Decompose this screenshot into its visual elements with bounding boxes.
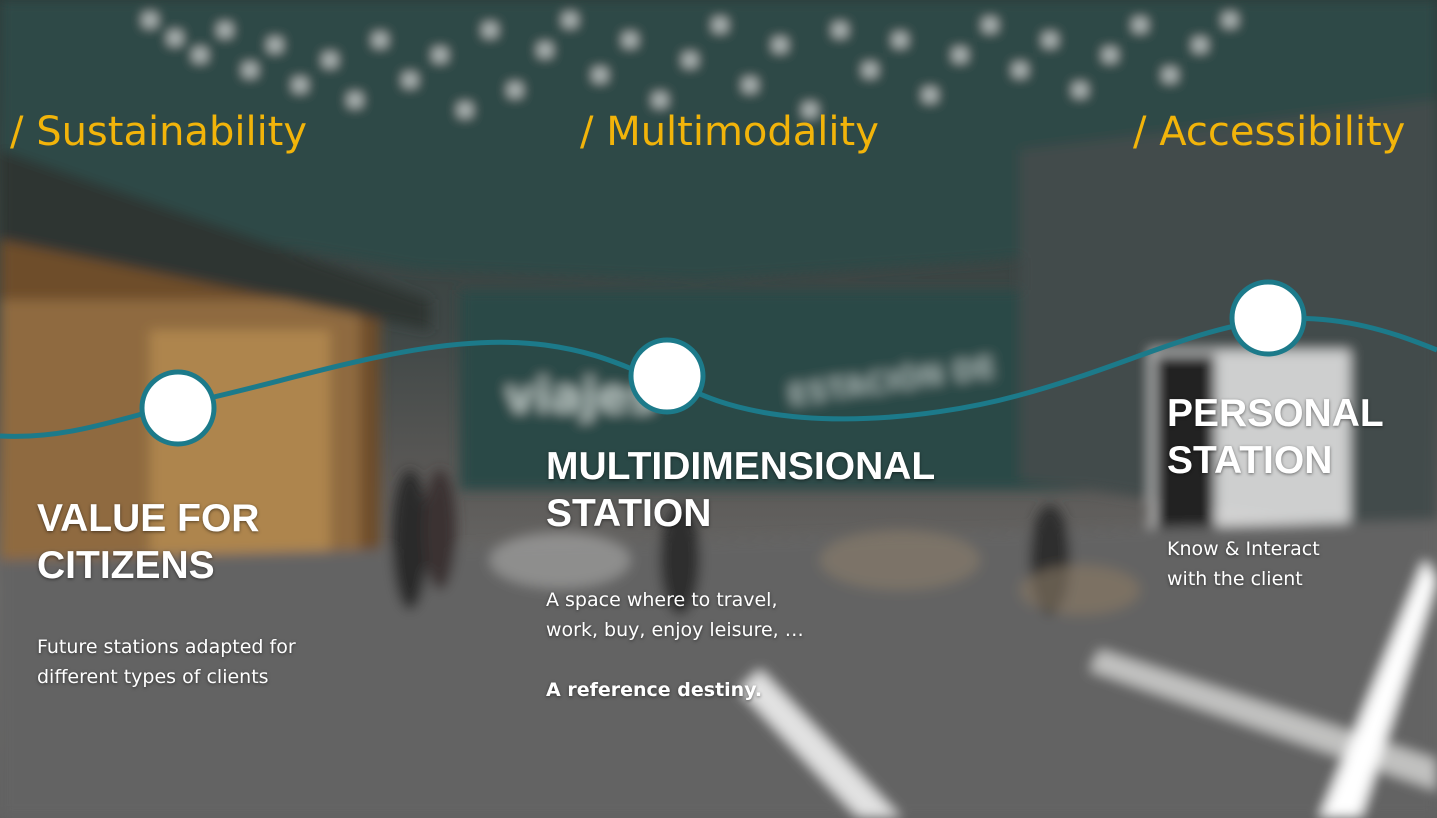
desc-line: with the client [1167, 568, 1303, 590]
desc-line: different types of clients [37, 666, 269, 688]
desc-line: Future stations adapted for [37, 636, 296, 658]
station-heading-multidimensional: MULTIDIMENSIONAL STATION [546, 443, 935, 537]
station-desc-value-for-citizens: Future stations adapted for different ty… [37, 632, 296, 692]
station-desc-personal: Know & Interact with the client [1167, 534, 1320, 594]
heading-line: MULTIDIMENSIONAL [546, 445, 936, 488]
pillar-multimodality: / Multimodality [580, 109, 879, 155]
station-heading-value-for-citizens: VALUE FOR CITIZENS [37, 495, 259, 589]
heading-line: VALUE FOR [37, 497, 260, 540]
heading-line: CITIZENS [37, 544, 215, 587]
pillar-sustainability: / Sustainability [10, 109, 308, 155]
heading-line: STATION [546, 492, 712, 535]
desc-line: work, buy, enjoy leisure, … [546, 619, 804, 641]
slide: viajes ESTACIÓN DE / Sustainability / Mu… [0, 0, 1437, 818]
station-heading-personal: PERSONAL STATION [1167, 390, 1384, 484]
timeline-node-2 [628, 337, 706, 415]
heading-line: STATION [1167, 439, 1333, 482]
heading-line: PERSONAL [1167, 392, 1384, 435]
desc-line: A space where to travel, [546, 589, 778, 611]
desc-line: Know & Interact [1167, 538, 1320, 560]
desc-highlight: A reference destiny. [546, 679, 763, 701]
station-desc-multidimensional: A space where to travel, work, buy, enjo… [546, 585, 804, 705]
timeline-node-1 [139, 369, 217, 447]
timeline-node-3 [1229, 279, 1307, 357]
pillar-accessibility: / Accessibility [1133, 109, 1406, 155]
